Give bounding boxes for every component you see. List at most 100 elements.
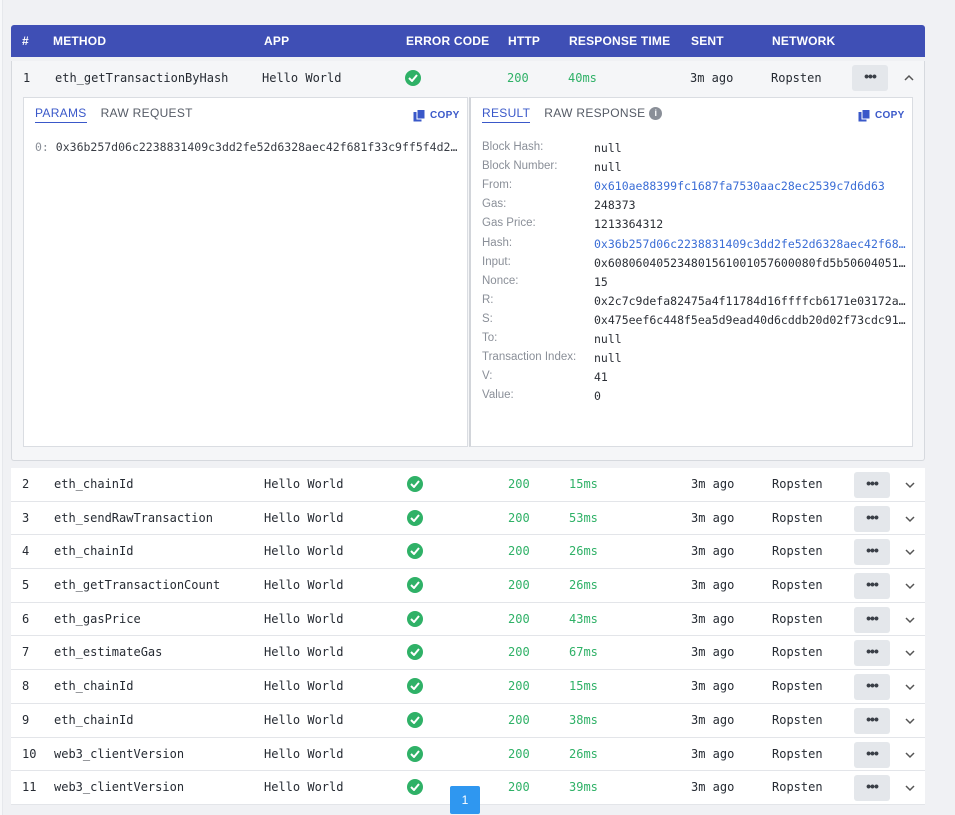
row-http-status: 200 [508,780,530,795]
row-network: Ropsten [772,780,823,795]
column-header-index[interactable]: # [22,25,29,57]
table-row[interactable]: 2 eth_chainId Hello World 200 15ms 3m ago Rops… [11,468,925,502]
row-http-status: 200 [507,71,529,85]
tab-raw-response-label: RAW RESPONSE [544,106,646,120]
column-header-error-code[interactable]: ERROR CODE [406,25,489,57]
tab-raw-request[interactable]: RAW REQUEST [101,106,193,123]
copy-icon [858,109,871,122]
expanded-request-card: 1 eth_getTransactionByHash Hello World 2… [11,61,925,461]
chevron-down-icon[interactable] [904,614,916,626]
result-field-value: null [594,332,622,346]
row-method: eth_gasPrice [54,611,141,626]
row-method: eth_getTransactionCount [54,578,221,593]
row-network: Ropsten [772,510,823,525]
column-header-method[interactable]: METHOD [53,25,106,57]
more-options-button[interactable]: ••• [854,472,890,498]
more-options-button[interactable]: ••• [854,674,890,701]
row-http-status: 200 [508,611,530,626]
row-network: Ropsten [772,611,823,626]
chevron-down-icon[interactable] [904,647,916,659]
table-row[interactable]: 3 eth_sendRawTransaction Hello World 200 53m… [11,501,925,536]
more-options-button[interactable]: ••• [854,539,890,566]
chevron-down-icon[interactable] [904,749,916,761]
more-options-button[interactable]: ••• [852,65,888,91]
chevron-down-icon[interactable] [904,546,916,558]
column-header-sent[interactable]: SENT [691,25,724,57]
row-method: web3_clientVersion [54,746,185,761]
table-row[interactable]: 6 eth_gasPrice Hello World 200 43ms 3m ago Rop… [11,602,925,637]
copy-label: COPY [430,110,460,121]
success-check-icon [407,509,423,526]
row-method: eth_getTransactionByHash [55,71,229,85]
chevron-down-icon[interactable] [904,513,916,525]
result-field-key: Transaction Index: [482,351,577,364]
result-field-key: Block Hash: [482,141,544,153]
chevron-down-icon[interactable] [904,782,916,794]
column-header-app[interactable]: APP [264,25,289,57]
row-app: Hello World [264,578,344,593]
row-index: 8 [22,679,30,694]
success-check-icon [405,70,421,86]
table-row[interactable]: 9 eth_chainId Hello World 200 38ms 3m ago Rops… [11,703,925,738]
more-options-button[interactable]: ••• [854,707,890,734]
row-response-time: 43ms [569,611,598,626]
more-options-button[interactable]: ••• [854,640,890,667]
result-field-value: 15 [594,274,608,289]
result-field-value: 41 [594,370,608,385]
tab-raw-response[interactable]: RAW RESPONSE i [544,106,663,123]
table-row[interactable]: 5 eth_getTransactionCount Hello World 200 26… [11,569,925,603]
table-row-expanded[interactable]: 1 eth_getTransactionByHash Hello World 2… [12,61,924,95]
row-index: 4 [22,544,30,559]
copy-result-button[interactable]: COPY [858,109,905,122]
chevron-up-icon[interactable] [903,72,915,84]
table-row[interactable]: 4 eth_chainId Hello World 200 26ms 3m ago Rops… [11,535,925,570]
row-method: eth_estimateGas [54,645,163,660]
column-header-http[interactable]: HTTP [508,25,540,57]
success-check-icon [407,610,423,627]
row-method: web3_clientVersion [54,780,185,795]
tab-params[interactable]: PARAMS [35,106,87,123]
row-index: 6 [22,611,30,626]
row-network: Ropsten [772,679,823,694]
pagination-page-button[interactable]: 1 [450,786,480,814]
row-sent: 3m ago [691,578,735,593]
chevron-down-icon[interactable] [904,479,916,491]
chevron-down-icon[interactable] [904,715,916,727]
chevron-down-icon[interactable] [904,580,916,592]
param-entry: 0: 0x36b257d06c2238831409c3dd2fe52d6328a… [35,140,460,154]
row-method: eth_chainId [54,712,134,727]
more-options-button[interactable]: ••• [854,741,890,768]
row-sent: 3m ago [691,477,735,491]
row-index: 9 [22,712,30,727]
row-network: Ropsten [772,746,823,761]
tab-result[interactable]: RESULT [482,106,531,123]
result-field-key: S: [482,312,493,325]
row-index: 2 [22,477,30,491]
result-field-value[interactable]: 0x36b257d06c2238831409c3dd2fe52d6328aec4… [594,237,912,251]
row-index: 10 [22,746,37,761]
row-method: eth_chainId [54,477,134,491]
chevron-down-icon[interactable] [904,681,916,693]
row-response-time: 53ms [569,510,598,525]
more-options-button[interactable]: ••• [854,505,890,532]
result-field-value: null [594,160,622,175]
more-options-button[interactable]: ••• [854,606,890,633]
result-field-value[interactable]: 0x610ae88399fc1687fa7530aac28ec2539c7d6d… [594,179,912,193]
row-network: Ropsten [772,578,823,593]
row-network: Ropsten [772,645,823,660]
row-response-time: 67ms [569,645,598,660]
column-header-network[interactable]: NETWORK [772,25,835,57]
result-field-value: 0 [594,389,601,404]
column-header-response-time[interactable]: RESPONSE TIME [569,25,670,57]
row-sent: 3m ago [690,71,734,85]
row-app: Hello World [264,712,344,727]
table-row[interactable]: 7 eth_estimateGas Hello World 200 67ms 3m ago… [11,636,925,671]
table-row[interactable]: 8 eth_chainId Hello World 200 15ms 3m ago Rops… [11,670,925,704]
row-http-status: 200 [508,510,530,525]
copy-params-button[interactable]: COPY [413,109,460,122]
more-options-button[interactable]: ••• [854,573,890,600]
row-network: Ropsten [772,544,823,559]
info-icon[interactable]: i [649,107,663,121]
more-options-button[interactable]: ••• [854,775,890,802]
table-row[interactable]: 10 web3_clientVersion Hello World 200 26ms 3m… [11,737,925,772]
